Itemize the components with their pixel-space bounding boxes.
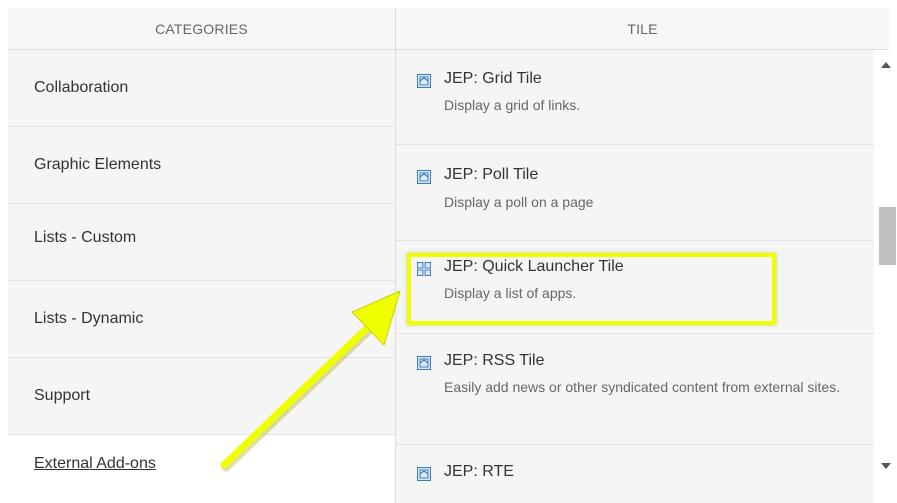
tiles-scrollbar[interactable] [874, 50, 897, 503]
category-label: External Add-ons [34, 455, 156, 472]
tile-picker-panel: CATEGORIES TILE Collaboration Graphic El… [8, 0, 897, 503]
tile-description: Display a grid of links. [444, 97, 581, 113]
categories-list: Collaboration Graphic Elements Lists - C… [8, 50, 396, 503]
scroll-thumb[interactable] [879, 207, 896, 265]
tile-title: JEP: RTE [444, 463, 514, 480]
tile-header-label: TILE [627, 20, 658, 37]
category-label: Collaboration [34, 79, 129, 96]
tile-icon [417, 170, 431, 184]
tiles-list: JEP: Grid Tile Display a grid of links. … [396, 50, 874, 503]
tile-rss[interactable]: JEP: RSS Tile Easily add news or other s… [396, 334, 874, 445]
category-label: Graphic Elements [34, 156, 162, 173]
category-collaboration[interactable]: Collaboration [8, 50, 395, 127]
category-graphic-elements[interactable]: Graphic Elements [8, 127, 395, 204]
tile-poll[interactable]: JEP: Poll Tile Display a poll on a page [396, 145, 874, 241]
tile-quick-launcher[interactable]: JEP: Quick Launcher Tile Display a list … [396, 241, 874, 334]
category-label: Support [34, 387, 91, 404]
tile-icon [417, 356, 431, 370]
category-lists-dynamic[interactable]: Lists - Dynamic [8, 281, 395, 358]
tile-title: JEP: RSS Tile [444, 352, 545, 369]
tile-icon [417, 74, 431, 88]
tile-icon [417, 467, 431, 481]
tile-title: JEP: Quick Launcher Tile [444, 258, 624, 275]
categories-header-label: CATEGORIES [155, 20, 248, 37]
category-lists-custom[interactable]: Lists - Custom [8, 204, 395, 281]
category-label: Lists - Custom [34, 229, 137, 246]
categories-header: CATEGORIES [8, 8, 396, 50]
category-support[interactable]: Support [8, 358, 395, 435]
category-label: Lists - Dynamic [34, 310, 144, 327]
grid-icon [417, 262, 431, 276]
tile-description: Easily add news or other syndicated cont… [444, 379, 841, 395]
tile-header: TILE [396, 8, 889, 50]
tile-title: JEP: Poll Tile [444, 166, 539, 183]
scroll-up-arrow-icon[interactable] [881, 62, 891, 68]
scroll-down-arrow-icon[interactable] [881, 463, 891, 469]
category-external-add-ons[interactable]: External Add-ons [8, 435, 395, 503]
tile-title: JEP: Grid Tile [444, 70, 542, 87]
tile-description: Display a list of apps. [444, 285, 577, 301]
tile-rte[interactable]: JEP: RTE [396, 445, 874, 503]
tile-description: Display a poll on a page [444, 194, 594, 210]
tile-grid[interactable]: JEP: Grid Tile Display a grid of links. [396, 50, 874, 145]
